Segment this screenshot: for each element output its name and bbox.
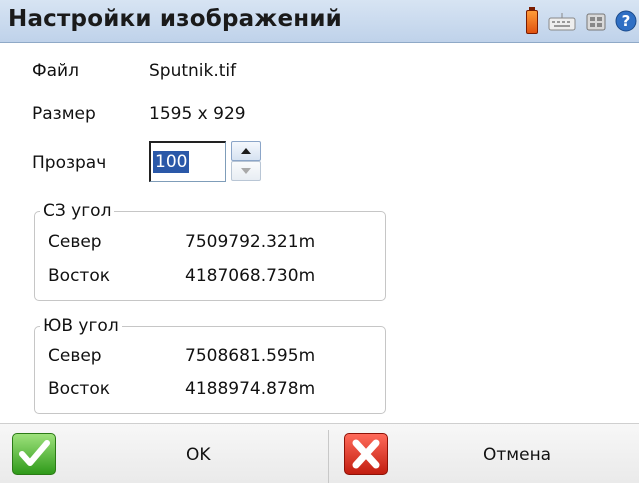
se-corner-group (34, 326, 386, 414)
se-corner-caption: ЮВ угол (40, 316, 122, 336)
title-bar: Настройки изображений ? (0, 0, 639, 43)
nw-corner-group (34, 211, 386, 301)
cancel-button[interactable]: Отмена (330, 424, 639, 483)
footer-bar: OK Отмена (0, 423, 639, 483)
transparency-label: Прозрач (32, 153, 107, 173)
nw-north-label: Север (48, 232, 102, 252)
battery-icon[interactable] (526, 7, 538, 34)
nw-corner-caption: СЗ угол (40, 201, 115, 221)
ok-label: OK (186, 445, 211, 465)
se-east-label: Восток (48, 379, 110, 399)
keyboard-icon[interactable] (548, 12, 576, 32)
close-icon (344, 433, 388, 475)
window-title: Настройки изображений (8, 6, 342, 32)
input-panel-icon[interactable] (585, 12, 607, 32)
transparency-value: 100 (153, 151, 190, 173)
nw-east-label: Восток (48, 266, 110, 286)
transparency-input[interactable]: 100 (149, 141, 226, 182)
nw-east-value: 4187068.730m (185, 266, 316, 286)
se-north-label: Север (48, 346, 102, 366)
svg-text:?: ? (622, 12, 631, 30)
checkmark-icon (12, 433, 56, 475)
arrow-up-icon (241, 148, 251, 154)
nw-north-value: 7509792.321m (185, 232, 316, 252)
file-label: Файл (32, 61, 79, 81)
cancel-label: Отмена (483, 445, 552, 465)
footer-divider (328, 430, 329, 483)
spin-down-button[interactable] (231, 161, 261, 181)
arrow-down-icon (241, 168, 251, 174)
spin-up-button[interactable] (231, 141, 261, 161)
se-east-value: 4188974.878m (185, 379, 316, 399)
help-icon[interactable]: ? (615, 10, 637, 32)
file-value: Sputnik.tif (149, 61, 237, 81)
size-label: Размер (32, 104, 96, 124)
size-value: 1595 x 929 (149, 104, 246, 124)
ok-button[interactable]: OK (0, 424, 328, 483)
se-north-value: 7508681.595m (185, 346, 316, 366)
